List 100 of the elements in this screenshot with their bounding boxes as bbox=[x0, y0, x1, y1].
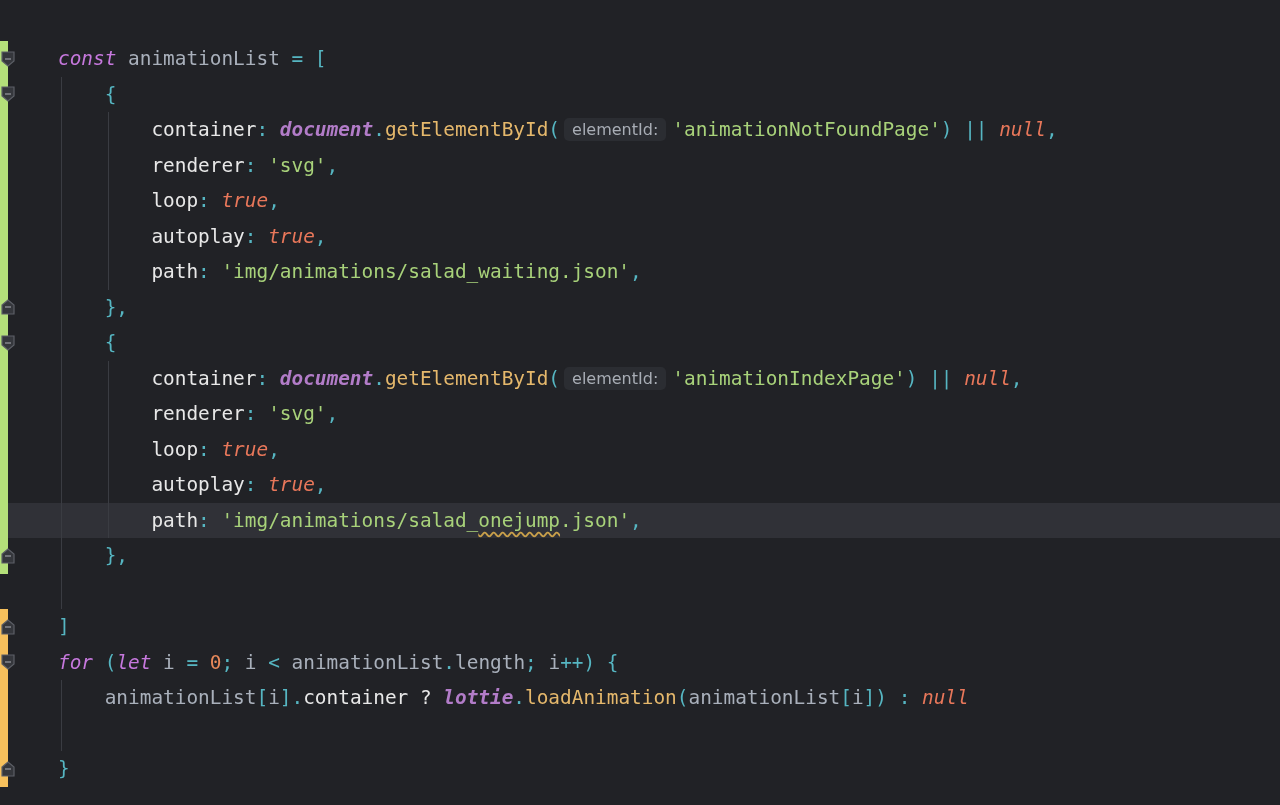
literal-value: true bbox=[268, 224, 315, 248]
unfold-icon[interactable] bbox=[1, 618, 15, 635]
keyword: let bbox=[116, 650, 152, 674]
punctuation: : bbox=[256, 366, 270, 390]
function-name: loadAnimation bbox=[525, 686, 677, 710]
punctuation: , bbox=[326, 402, 339, 426]
fold-icon[interactable] bbox=[1, 334, 15, 351]
string-literal: 'img/animations/salad_ bbox=[221, 508, 479, 532]
builtin-object: lottie bbox=[443, 686, 514, 710]
punctuation: , bbox=[1045, 118, 1058, 142]
identifier: animationList bbox=[291, 650, 444, 674]
builtin-object: document bbox=[279, 118, 374, 142]
literal-value: true bbox=[268, 473, 315, 497]
string-literal: 'svg' bbox=[268, 402, 327, 426]
punctuation: ; bbox=[525, 650, 538, 674]
fold-icon[interactable] bbox=[1, 654, 15, 671]
unfold-icon[interactable] bbox=[1, 760, 15, 777]
identifier: i bbox=[162, 650, 176, 674]
literal-value: true bbox=[221, 189, 269, 213]
punctuation: . bbox=[373, 118, 385, 142]
punctuation: ( bbox=[103, 650, 117, 674]
punctuation: = bbox=[186, 650, 200, 674]
punctuation: : bbox=[256, 118, 270, 142]
punctuation: : bbox=[244, 153, 258, 177]
string-literal: 'svg' bbox=[268, 153, 327, 177]
literal-value: null bbox=[964, 366, 1011, 390]
punctuation: ( bbox=[548, 366, 561, 390]
punctuation: { bbox=[104, 331, 117, 355]
property-name: path bbox=[151, 508, 199, 532]
punctuation: [ bbox=[256, 686, 269, 710]
keyword: for bbox=[58, 650, 94, 674]
punctuation: < bbox=[268, 650, 281, 674]
property-name: path bbox=[151, 260, 199, 284]
punctuation: , bbox=[314, 224, 327, 248]
keyword: const bbox=[58, 47, 117, 71]
punctuation: : bbox=[244, 224, 258, 248]
punctuation: : bbox=[198, 508, 211, 532]
literal-value: null bbox=[999, 118, 1046, 142]
identifier: i bbox=[268, 686, 280, 710]
identifier: i bbox=[244, 650, 258, 674]
punctuation: ) || bbox=[905, 366, 954, 390]
function-name: getElementById bbox=[384, 118, 549, 142]
identifier: animationList bbox=[104, 686, 257, 710]
punctuation: , bbox=[268, 437, 280, 461]
property-name: container bbox=[151, 118, 257, 142]
property-name: renderer bbox=[151, 153, 245, 177]
punctuation: } bbox=[58, 757, 70, 781]
property-name: renderer bbox=[151, 402, 245, 426]
parameter-hint: elementId: bbox=[564, 366, 667, 390]
punctuation: , bbox=[268, 189, 280, 213]
fold-icon[interactable] bbox=[1, 86, 15, 103]
punctuation: { bbox=[104, 82, 117, 106]
punctuation: , bbox=[326, 153, 339, 177]
property-name: container ? bbox=[303, 686, 433, 710]
punctuation: ( bbox=[676, 686, 689, 710]
punctuation: }, bbox=[104, 295, 129, 319]
punctuation: [ bbox=[840, 686, 852, 710]
punctuation: = [ bbox=[291, 47, 327, 71]
punctuation: : bbox=[244, 473, 258, 497]
identifier: animationList bbox=[688, 686, 841, 710]
punctuation: . bbox=[513, 686, 525, 710]
fold-icon[interactable] bbox=[1, 50, 15, 67]
builtin-object: document bbox=[279, 366, 374, 390]
unfold-icon[interactable] bbox=[1, 299, 15, 316]
identifier: length bbox=[455, 650, 526, 674]
string-literal: 'img/animations/salad_waiting.json' bbox=[221, 260, 631, 284]
punctuation: . bbox=[373, 366, 385, 390]
property-name: loop bbox=[151, 437, 199, 461]
string-literal: 'animationNotFoundPage' bbox=[672, 118, 941, 142]
property-name: loop bbox=[151, 189, 199, 213]
punctuation: ] bbox=[58, 615, 70, 639]
identifier: i bbox=[548, 650, 561, 674]
punctuation: ) || bbox=[940, 118, 989, 142]
punctuation: }, bbox=[104, 544, 129, 568]
misspelled-word: onejump bbox=[478, 508, 560, 532]
property-name: autoplay bbox=[151, 473, 245, 497]
punctuation: ]. bbox=[279, 686, 304, 710]
unfold-icon[interactable] bbox=[1, 547, 15, 564]
parameter-hint: elementId: bbox=[564, 118, 667, 142]
punctuation: , bbox=[1010, 366, 1023, 390]
identifier: i bbox=[851, 686, 864, 710]
punctuation: : bbox=[198, 437, 211, 461]
property-name: container bbox=[151, 366, 257, 390]
identifier: animationList bbox=[127, 47, 281, 71]
punctuation: ++) { bbox=[560, 650, 619, 674]
punctuation: , bbox=[630, 260, 642, 284]
literal-value: true bbox=[221, 437, 269, 461]
punctuation: : bbox=[198, 189, 211, 213]
string-literal: 'animationIndexPage' bbox=[672, 366, 906, 390]
punctuation: ]) : bbox=[863, 686, 912, 710]
function-name: getElementById bbox=[384, 366, 549, 390]
number-literal: 0 bbox=[209, 650, 222, 674]
punctuation: , bbox=[630, 508, 642, 532]
punctuation: ; bbox=[221, 650, 235, 674]
punctuation: , bbox=[314, 473, 327, 497]
punctuation: ( bbox=[548, 118, 561, 142]
string-literal: .json' bbox=[560, 508, 631, 532]
punctuation: : bbox=[198, 260, 211, 284]
punctuation: : bbox=[244, 402, 258, 426]
punctuation: . bbox=[443, 650, 456, 674]
